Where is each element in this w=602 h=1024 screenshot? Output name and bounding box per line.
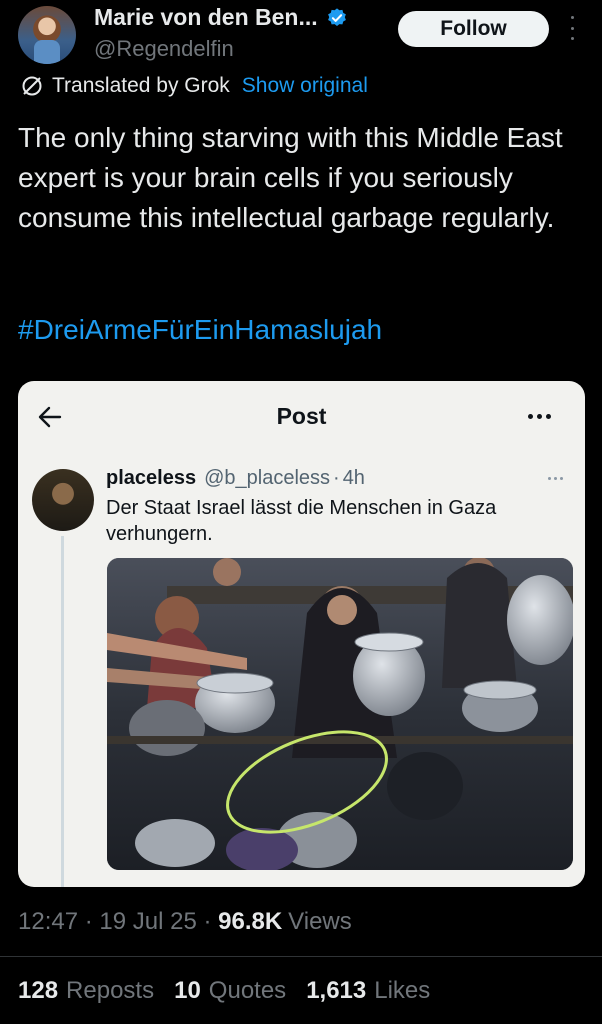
tweet-text: The only thing starving with this Middle… <box>18 122 563 233</box>
reposts-stat[interactable]: 128 Reposts <box>18 977 154 1005</box>
inner-author-handle: @b_placeless <box>204 467 331 489</box>
tweet-time[interactable]: 12:47 <box>18 908 78 936</box>
tweet-date[interactable]: 19 Jul 25 <box>99 908 196 936</box>
quotes-count: 10 <box>174 977 201 1004</box>
views-count: 96.8K <box>218 908 283 935</box>
embed-more-icon <box>528 414 551 419</box>
inner-post-text: Der Staat Israel lässt die Menschen in G… <box>106 497 497 545</box>
post-title: Post <box>276 403 327 429</box>
quotes-label: Quotes <box>208 977 287 1004</box>
meta-separator: · <box>78 908 100 935</box>
meta-separator: · <box>196 908 219 935</box>
translated-by-grok-label: Translated by Grok <box>52 74 230 97</box>
grok-translate-icon <box>22 76 42 96</box>
hashtag-link[interactable]: #DreiArmeFürEinHamaslujah <box>18 314 382 346</box>
quotes-stat[interactable]: 10 Quotes <box>174 977 286 1005</box>
thread-line <box>61 536 64 887</box>
likes-count: 1,613 <box>306 977 367 1004</box>
inner-author-name: placeless <box>106 467 197 489</box>
author-avatar[interactable] <box>18 6 76 64</box>
tweet-meta: 12:47 · 19 Jul 25 · 96.8K Views <box>18 908 352 936</box>
translation-row: Translated by Grok Show original <box>20 74 368 98</box>
embedded-post-screenshot[interactable]: Post placeless @b_placeless · 4h Der Sta… <box>18 381 585 887</box>
author-display-name[interactable]: Marie von den Ben... <box>94 4 318 31</box>
inner-post-time: 4h <box>342 467 365 489</box>
author-handle[interactable]: @Regendelfin <box>94 36 234 62</box>
more-icon[interactable] <box>566 16 578 40</box>
divider <box>0 956 602 957</box>
inner-post-header: placeless @b_placeless · 4h <box>106 467 365 490</box>
photo-illustration <box>107 558 573 870</box>
author-name-row: Marie von den Ben... <box>94 4 348 31</box>
inner-author-avatar <box>32 469 94 531</box>
follow-button[interactable]: Follow <box>398 11 549 47</box>
verified-badge-icon <box>327 7 346 26</box>
reposts-label: Reposts <box>66 977 155 1004</box>
reposts-count: 128 <box>18 977 59 1004</box>
likes-label: Likes <box>374 977 431 1004</box>
views-label: Views <box>288 908 352 935</box>
post-photo <box>107 558 573 870</box>
inner-more-icon <box>548 477 563 480</box>
engagement-stats: 128 Reposts 10 Quotes 1,613 Likes <box>18 977 450 1005</box>
inner-separator: · <box>333 467 340 489</box>
tweet-header: Marie von den Ben... @Regendelfin Follow <box>0 0 602 70</box>
show-original-link[interactable]: Show original <box>242 74 368 98</box>
likes-stat[interactable]: 1,613 Likes <box>306 977 430 1005</box>
